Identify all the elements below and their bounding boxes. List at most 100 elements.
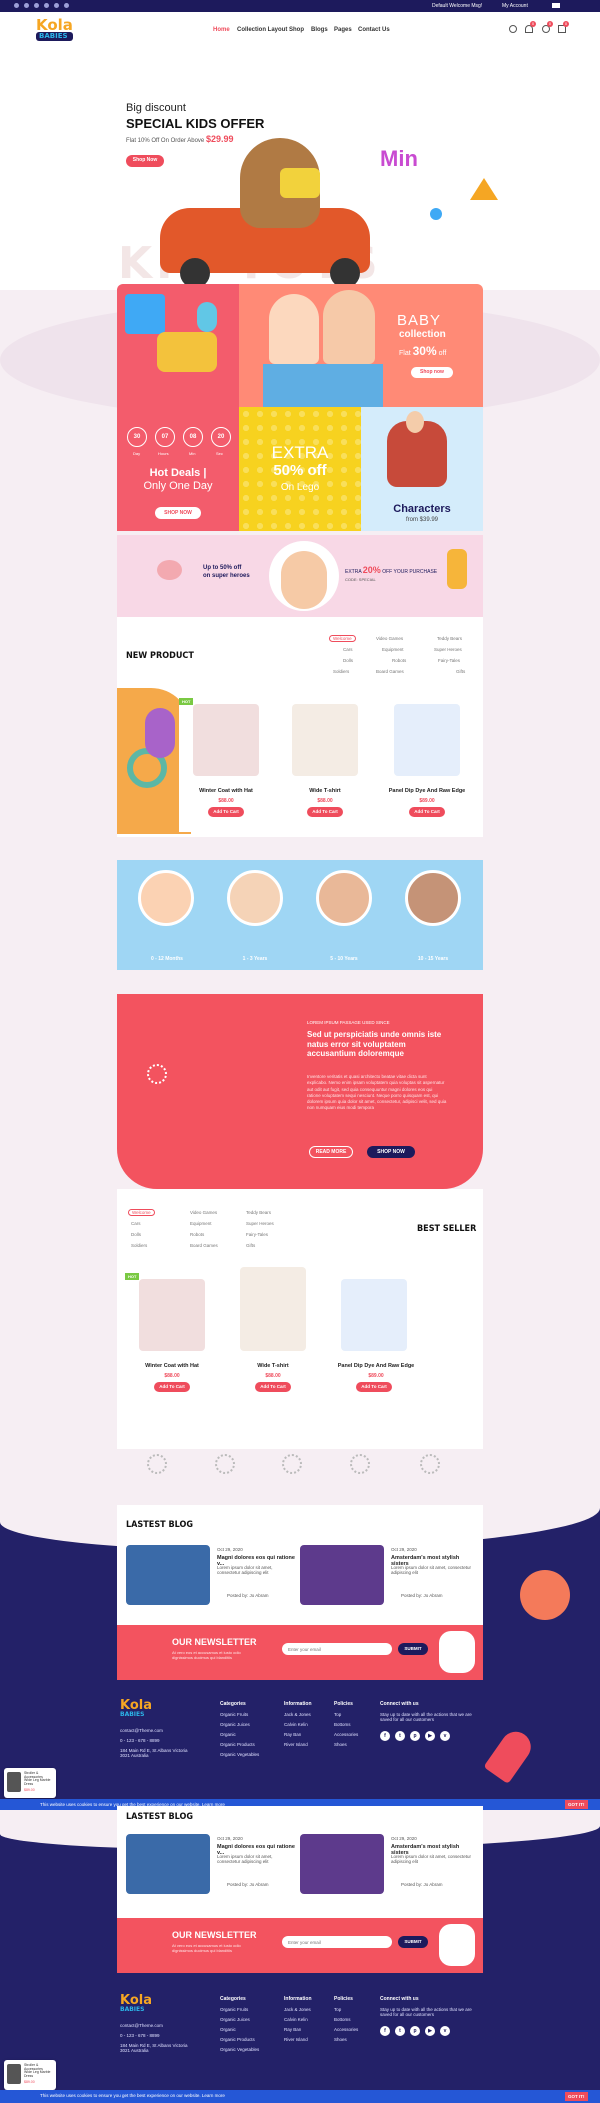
- category-tab[interactable]: Robots: [392, 658, 406, 663]
- footer-link[interactable]: Bottoms: [334, 1722, 351, 1727]
- category-tab[interactable]: Welcome: [329, 635, 356, 642]
- product-image-stroller[interactable]: [292, 704, 358, 776]
- pinterest-icon[interactable]: p: [410, 1731, 420, 1741]
- category-tab[interactable]: Welcome: [128, 1209, 155, 1216]
- youtube-icon[interactable]: ▶: [425, 1731, 435, 1741]
- footer-link[interactable]: Organic Juices: [220, 2017, 250, 2022]
- product-image-stroller[interactable]: [240, 1267, 306, 1351]
- add-to-cart-button[interactable]: Add To Cart: [255, 1382, 291, 1392]
- category-tab[interactable]: Equipment: [382, 647, 404, 652]
- vimeo-icon[interactable]: v: [440, 1731, 450, 1741]
- account-link[interactable]: My Account: [502, 3, 528, 9]
- product-name[interactable]: Wide T-shirt: [226, 1363, 320, 1369]
- category-tab[interactable]: Board Games: [190, 1243, 218, 1248]
- product-name[interactable]: Wide T-shirt: [278, 788, 372, 794]
- category-tab[interactable]: Dolls: [343, 658, 353, 663]
- product-card[interactable]: HOT Winter Coat with Hat $88.00 Add To C…: [125, 1267, 219, 1407]
- footer-link[interactable]: Top: [334, 1712, 341, 1717]
- category-tab[interactable]: Soldiers: [131, 1243, 147, 1248]
- cookie-accept-button[interactable]: GOT IT!: [565, 2092, 588, 2101]
- vimeo-icon[interactable]: [64, 3, 69, 8]
- blog-image[interactable]: [126, 1545, 210, 1605]
- age-label[interactable]: 1 - 3 Years: [225, 956, 285, 962]
- category-tab[interactable]: Teddy Bears: [246, 1210, 271, 1215]
- product-name[interactable]: Panel Dip Dye And Raw Edge: [327, 1363, 425, 1369]
- blog-image[interactable]: [300, 1834, 384, 1894]
- footer-link[interactable]: Organic Fruits: [220, 2007, 248, 2012]
- category-tab[interactable]: Gifts: [456, 669, 465, 674]
- footer-link[interactable]: Ray Ban: [284, 1732, 301, 1737]
- kid-photo[interactable]: [316, 870, 372, 926]
- footer-link[interactable]: Organic: [220, 2027, 236, 2032]
- add-to-cart-button[interactable]: Add To Cart: [356, 1382, 392, 1392]
- footer-email[interactable]: contact@Theme.com: [120, 2023, 163, 2028]
- nav-pages[interactable]: Pages: [334, 27, 352, 33]
- product-image-stroller[interactable]: [193, 704, 259, 776]
- category-tab[interactable]: Super Heroes: [246, 1221, 274, 1226]
- footer-link[interactable]: Calvin Kelin: [284, 2017, 308, 2022]
- footer-email[interactable]: contact@Theme.com: [120, 1728, 163, 1733]
- category-tab[interactable]: Fairy-Tales: [438, 658, 460, 663]
- footer-link[interactable]: Calvin Kelin: [284, 1722, 308, 1727]
- footer-logo[interactable]: Kola BABIES: [120, 1994, 152, 2013]
- category-tab[interactable]: Super Heroes: [434, 647, 462, 652]
- product-card[interactable]: Wide T-shirt $88.00 Add To Cart: [278, 692, 372, 832]
- newsletter-submit-button[interactable]: SUBMIT: [398, 1936, 428, 1948]
- recent-purchase-toast[interactable]: Stroller & Accessories Wide Leg Marble D…: [4, 2060, 56, 2090]
- baby-shop-button[interactable]: Shop now: [411, 367, 453, 378]
- read-more-button[interactable]: READ MORE: [309, 1146, 353, 1158]
- search-icon[interactable]: [509, 25, 517, 33]
- add-to-cart-button[interactable]: Add To Cart: [307, 807, 343, 817]
- category-tab[interactable]: Video Games: [190, 1210, 217, 1215]
- product-card[interactable]: Panel Dip Dye And Raw Edge $89.00 Add To…: [380, 692, 474, 832]
- nav-contact[interactable]: Contact Us: [358, 27, 390, 33]
- category-tab[interactable]: Teddy Bears: [437, 636, 462, 641]
- category-tab[interactable]: Video Games: [376, 636, 403, 641]
- cookie-accept-button[interactable]: GOT IT!: [565, 1800, 588, 1809]
- vimeo-icon[interactable]: v: [440, 2026, 450, 2036]
- category-tab[interactable]: Fairy-Tales: [246, 1232, 268, 1237]
- footer-logo[interactable]: Kola BABIES: [120, 1699, 152, 1718]
- footer-phone[interactable]: 0 - 123 - 678 - 8899: [120, 1738, 160, 1743]
- kid-photo[interactable]: [138, 870, 194, 926]
- newsletter-submit-button[interactable]: SUBMIT: [398, 1643, 428, 1655]
- lego-offer-banner[interactable]: EXTRA 50% off On Lego: [239, 407, 361, 531]
- product-image-stroller[interactable]: [139, 1279, 205, 1351]
- about-shop-button[interactable]: SHOP NOW: [367, 1146, 415, 1158]
- add-to-cart-button[interactable]: Add To Cart: [409, 807, 445, 817]
- category-tab[interactable]: Cars: [343, 647, 353, 652]
- category-tab[interactable]: Equipment: [190, 1221, 212, 1226]
- age-label[interactable]: 0 - 12 Months: [137, 956, 197, 962]
- category-tab[interactable]: Gifts: [246, 1243, 255, 1248]
- lego-toys-banner[interactable]: [117, 284, 239, 407]
- product-image-blocks[interactable]: [394, 704, 460, 776]
- flag-icon[interactable]: [552, 3, 560, 8]
- footer-link[interactable]: Shoes: [334, 2037, 347, 2042]
- pinterest-icon[interactable]: [34, 3, 39, 8]
- product-card[interactable]: Panel Dip Dye And Raw Edge $89.00 Add To…: [327, 1267, 425, 1407]
- add-to-cart-button[interactable]: Add To Cart: [208, 807, 244, 817]
- pinterest-icon[interactable]: p: [410, 2026, 420, 2036]
- kid-photo[interactable]: [227, 870, 283, 926]
- product-name[interactable]: Winter Coat with Hat: [179, 788, 273, 794]
- recent-purchase-toast[interactable]: Stroller & Accessories Wide Leg Marble D…: [4, 1768, 56, 1798]
- footer-link[interactable]: Organic Products: [220, 1742, 255, 1747]
- product-card[interactable]: HOT Winter Coat with Hat $88.00 Add To C…: [179, 692, 273, 832]
- product-name[interactable]: Winter Coat with Hat: [125, 1363, 219, 1369]
- footer-link[interactable]: Accessories: [334, 1732, 358, 1737]
- category-tab[interactable]: Board Games: [376, 669, 404, 674]
- age-label[interactable]: 5 - 10 Years: [314, 956, 374, 962]
- footer-link[interactable]: Jack & Jones: [284, 2007, 311, 2012]
- youtube-icon[interactable]: [54, 3, 59, 8]
- facebook-icon[interactable]: f: [380, 1731, 390, 1741]
- kid-photo[interactable]: [405, 870, 461, 926]
- footer-link[interactable]: Accessories: [334, 2027, 358, 2032]
- newsletter-email-input[interactable]: [282, 1936, 392, 1948]
- footer-link[interactable]: Organic: [220, 1732, 236, 1737]
- footer-link[interactable]: Bottoms: [334, 2017, 351, 2022]
- site-logo[interactable]: Kola BABIES: [36, 18, 73, 41]
- category-tab[interactable]: Robots: [190, 1232, 204, 1237]
- twitter-icon[interactable]: t: [395, 1731, 405, 1741]
- footer-link[interactable]: Organic Fruits: [220, 1712, 248, 1717]
- footer-link[interactable]: Top: [334, 2007, 341, 2012]
